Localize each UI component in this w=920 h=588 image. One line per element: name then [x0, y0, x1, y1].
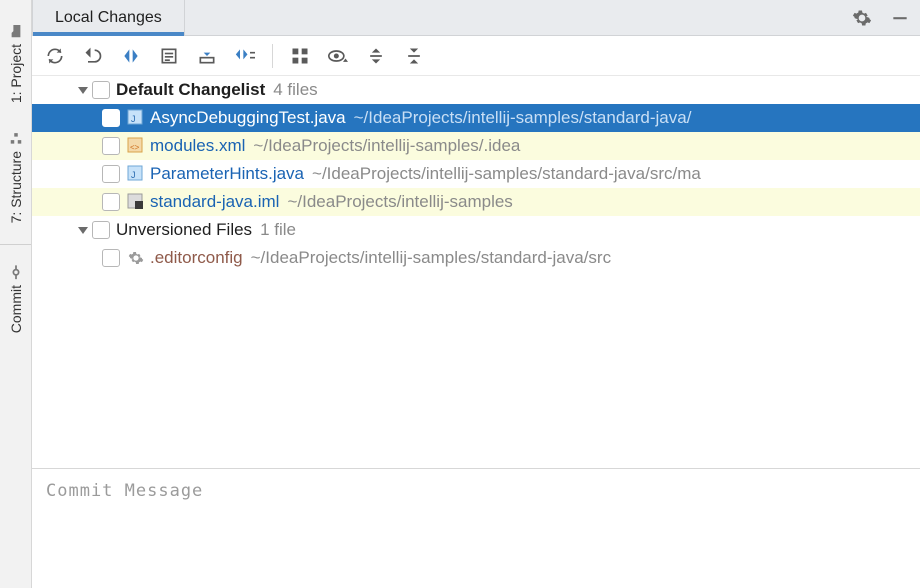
unversioned-node[interactable]: Unversioned Files 1 file	[32, 216, 920, 244]
tab-bar: Local Changes	[32, 0, 920, 36]
chevron-down-icon	[78, 85, 88, 95]
changes-tree[interactable]: Default Changelist 4 files J AsyncDebugg…	[32, 76, 920, 468]
sidebar-tab-structure[interactable]: 7: Structure	[8, 131, 24, 223]
svg-text:J: J	[131, 170, 136, 180]
checkbox[interactable]	[92, 81, 110, 99]
sidebar-tab-label: Commit	[8, 285, 24, 333]
tab-label: Local Changes	[55, 9, 162, 27]
folder-icon	[9, 24, 23, 38]
commit-message-placeholder: Commit Message	[46, 481, 906, 501]
checkbox[interactable]	[102, 165, 120, 183]
file-row[interactable]: J AsyncDebuggingTest.java ~/IdeaProjects…	[32, 104, 920, 132]
grid-icon	[290, 46, 310, 66]
svg-text:J: J	[131, 114, 136, 124]
tool-window-sidebar: 1: Project 7: Structure Commit	[0, 0, 32, 588]
config-file-icon	[126, 248, 146, 268]
view-options-button[interactable]	[321, 39, 355, 73]
diff-button[interactable]	[114, 39, 148, 73]
hide-button[interactable]	[890, 8, 910, 28]
sidebar-tab-label: 1: Project	[8, 44, 24, 103]
unshelve-button[interactable]	[228, 39, 262, 73]
checkbox[interactable]	[102, 249, 120, 267]
group-icon	[234, 46, 256, 66]
checkbox[interactable]	[102, 193, 120, 211]
sidebar-tab-label: 7: Structure	[8, 151, 24, 223]
java-file-icon: J	[126, 164, 146, 184]
iml-file-icon	[126, 192, 146, 212]
file-row[interactable]: .editorconfig ~/IdeaProjects/intellij-sa…	[32, 244, 920, 272]
toolbar	[32, 36, 920, 76]
changelist-button[interactable]	[152, 39, 186, 73]
group-by-button[interactable]	[283, 39, 317, 73]
settings-button[interactable]	[852, 8, 872, 28]
rollback-button[interactable]	[76, 39, 110, 73]
expand-icon	[366, 46, 386, 66]
tree-expander[interactable]	[74, 225, 92, 235]
toolbar-separator	[272, 44, 273, 68]
chevron-down-icon	[78, 225, 88, 235]
file-name: ParameterHints.java	[150, 164, 304, 184]
java-file-icon: J	[126, 108, 146, 128]
refresh-icon	[45, 46, 65, 66]
changelist-count: 4 files	[273, 80, 317, 100]
collapse-all-button[interactable]	[397, 39, 431, 73]
tree-expander[interactable]	[74, 85, 92, 95]
commit-message-area[interactable]: Commit Message	[32, 468, 920, 588]
file-name: .editorconfig	[150, 248, 243, 268]
gear-icon	[852, 8, 872, 28]
commit-icon	[9, 265, 23, 279]
changelist-node[interactable]: Default Changelist 4 files	[32, 76, 920, 104]
shelve-button[interactable]	[190, 39, 224, 73]
checkbox[interactable]	[102, 109, 120, 127]
unversioned-count: 1 file	[260, 220, 296, 240]
file-path: ~/IdeaProjects/intellij-samples/standard…	[251, 248, 611, 268]
sidebar-tab-commit[interactable]: Commit	[8, 265, 24, 333]
file-path: ~/IdeaProjects/intellij-samples/standard…	[354, 108, 692, 128]
file-name: modules.xml	[150, 136, 245, 156]
file-name: standard-java.iml	[150, 192, 279, 212]
file-row[interactable]: <> modules.xml ~/IdeaProjects/intellij-s…	[32, 132, 920, 160]
shelve-icon	[197, 46, 217, 66]
file-row[interactable]: J ParameterHints.java ~/IdeaProjects/int…	[32, 160, 920, 188]
list-icon	[159, 46, 179, 66]
file-path: ~/IdeaProjects/intellij-samples/.idea	[253, 136, 520, 156]
file-name: AsyncDebuggingTest.java	[150, 108, 346, 128]
sidebar-tab-project[interactable]: 1: Project	[8, 24, 24, 103]
eye-icon	[327, 46, 349, 66]
diff-icon	[121, 46, 141, 66]
changelist-label: Default Changelist	[116, 80, 265, 100]
refresh-button[interactable]	[38, 39, 72, 73]
main-panel: Local Changes	[32, 0, 920, 588]
file-path: ~/IdeaProjects/intellij-samples	[287, 192, 512, 212]
xml-file-icon: <>	[126, 136, 146, 156]
rollback-icon	[83, 46, 103, 66]
sidebar-separator	[0, 244, 31, 245]
tab-local-changes[interactable]: Local Changes	[32, 0, 185, 35]
collapse-icon	[404, 46, 424, 66]
svg-text:<>: <>	[130, 143, 140, 152]
unversioned-label: Unversioned Files	[116, 220, 252, 240]
structure-icon	[9, 131, 23, 145]
file-path: ~/IdeaProjects/intellij-samples/standard…	[312, 164, 701, 184]
file-row[interactable]: standard-java.iml ~/IdeaProjects/intelli…	[32, 188, 920, 216]
minimize-icon	[890, 8, 910, 28]
checkbox[interactable]	[92, 221, 110, 239]
expand-all-button[interactable]	[359, 39, 393, 73]
checkbox[interactable]	[102, 137, 120, 155]
